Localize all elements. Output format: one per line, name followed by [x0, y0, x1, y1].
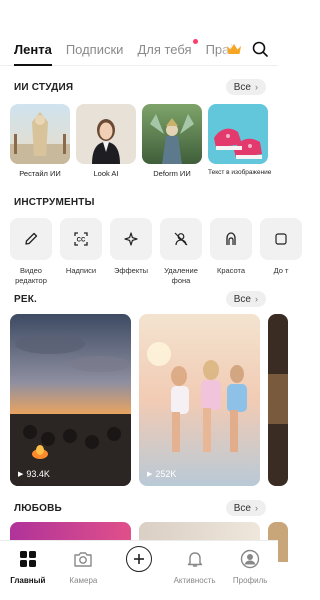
tool-box	[260, 218, 302, 260]
remove-bg-icon	[174, 232, 188, 246]
ai-card-restyle[interactable]: Рестайл ИИ	[10, 104, 70, 178]
partial-thumbnail	[268, 314, 288, 486]
tool-box	[210, 218, 252, 260]
rec-row: ▶ 93.4K ▶ 252K	[10, 314, 288, 486]
all-label: Все	[233, 81, 251, 93]
sunset-thumbnail	[10, 314, 131, 486]
tab-for-you-label: Для тебя	[137, 42, 192, 57]
tool-label: Надписи	[65, 266, 97, 275]
tool-box: CC	[60, 218, 102, 260]
restyle-thumbnail	[10, 104, 70, 164]
feed-tabs: Лента Подписки Для тебя Праймі	[14, 39, 248, 66]
beauty-icon	[226, 232, 236, 245]
tool-effects[interactable]: Эффекты	[110, 218, 152, 286]
tool-video-editor[interactable]: Видео редактор	[10, 218, 52, 286]
rec-video-card-partial[interactable]	[268, 314, 288, 486]
nav-activity[interactable]: Активность	[168, 548, 222, 585]
nav-camera[interactable]: Камера	[56, 548, 110, 585]
home-grid-icon	[19, 551, 36, 567]
tab-subscriptions[interactable]: Подписки	[66, 42, 124, 57]
nav-label: Профиль	[232, 576, 268, 585]
tool-label: До т	[273, 266, 289, 275]
tool-label: Эффекты	[113, 266, 149, 275]
view-count-value: 252K	[155, 469, 177, 479]
pencil-icon	[25, 232, 38, 245]
all-label: Все	[233, 502, 251, 514]
ai-card-label: Рестайл ИИ	[19, 169, 61, 178]
tab-feed[interactable]: Лента	[14, 42, 52, 66]
tool-remove-background[interactable]: Удаление фона	[160, 218, 202, 286]
view-count: ▶ 252K	[147, 469, 176, 479]
dancing-thumbnail	[139, 314, 260, 486]
ai-studio-title: ИИ СТУДИЯ	[14, 82, 74, 93]
ai-card-label: Look AI	[93, 169, 119, 178]
search-icon[interactable]	[252, 41, 268, 57]
notification-dot	[192, 39, 198, 44]
ai-studio-all-button[interactable]: Все ›	[225, 79, 266, 95]
ai-card-look-ai[interactable]: Look AI	[76, 104, 136, 178]
sparkle-icon	[124, 232, 138, 246]
nav-home[interactable]: Главный	[1, 548, 55, 585]
tool-partial[interactable]: До т	[260, 218, 302, 286]
view-count: ▶ 93.4K	[18, 469, 50, 479]
chevron-right-icon: ›	[255, 82, 258, 92]
tool-label: Удаление фона	[164, 266, 198, 285]
rec-video-card[interactable]: ▶ 93.4K	[10, 314, 131, 486]
rec-video-card[interactable]: ▶ 252K	[139, 314, 260, 486]
tool-captions[interactable]: CC Надписи	[60, 218, 102, 286]
play-icon: ▶	[147, 471, 153, 478]
profile-icon	[240, 549, 260, 569]
love-title: ЛЮБОВЬ	[14, 503, 62, 514]
ai-card-label: Текст в изображение	[208, 169, 272, 176]
text-to-image-thumbnail	[208, 104, 268, 164]
nav-label: Камера	[69, 576, 98, 585]
bell-icon	[187, 552, 202, 567]
camera-icon	[74, 552, 93, 567]
top-tab-bar: Лента Подписки Для тебя Праймі	[0, 0, 278, 66]
tool-box	[160, 218, 202, 260]
chevron-right-icon: ›	[255, 294, 258, 304]
ai-card-text-to-image[interactable]: Текст в изображение	[208, 104, 272, 178]
chevron-right-icon: ›	[255, 503, 258, 513]
play-icon: ▶	[18, 471, 24, 478]
tools-row: Видео редактор CC Надписи Эффекты Удален…	[10, 218, 302, 286]
rec-title: РЕК.	[14, 294, 38, 305]
tool-label: Видео редактор	[15, 266, 47, 285]
tool-beauty[interactable]: Красота	[210, 218, 252, 286]
plus-icon	[125, 546, 152, 572]
tool-box	[10, 218, 52, 260]
tab-for-you[interactable]: Для тебя	[137, 39, 198, 57]
nav-profile[interactable]: Профиль	[223, 548, 277, 585]
view-count-value: 93.4K	[26, 469, 50, 479]
rec-all-button[interactable]: Все ›	[225, 291, 266, 307]
svg-text:CC: CC	[77, 238, 86, 244]
nav-label: Главный	[10, 576, 46, 585]
deform-thumbnail	[142, 104, 202, 164]
tool-box	[110, 218, 152, 260]
tools-title: ИНСТРУМЕНТЫ	[14, 197, 95, 208]
nav-label: Активность	[173, 576, 216, 585]
ai-card-label: Deform ИИ	[153, 169, 191, 178]
love-all-button[interactable]: Все ›	[225, 500, 266, 516]
tool-label: Красота	[216, 266, 246, 275]
look-ai-thumbnail	[76, 104, 136, 164]
all-label: Все	[233, 293, 251, 305]
partial-icon	[275, 233, 287, 245]
bottom-navigation: Главный Камера Активность Профиль	[0, 540, 278, 600]
ai-card-deform[interactable]: Deform ИИ	[142, 104, 202, 178]
captions-icon: CC	[74, 232, 88, 246]
crown-icon[interactable]	[226, 43, 242, 55]
ai-studio-row: Рестайл ИИ Look AI Deform ИИ Текст в изо…	[10, 104, 272, 178]
nav-create[interactable]	[112, 546, 166, 572]
